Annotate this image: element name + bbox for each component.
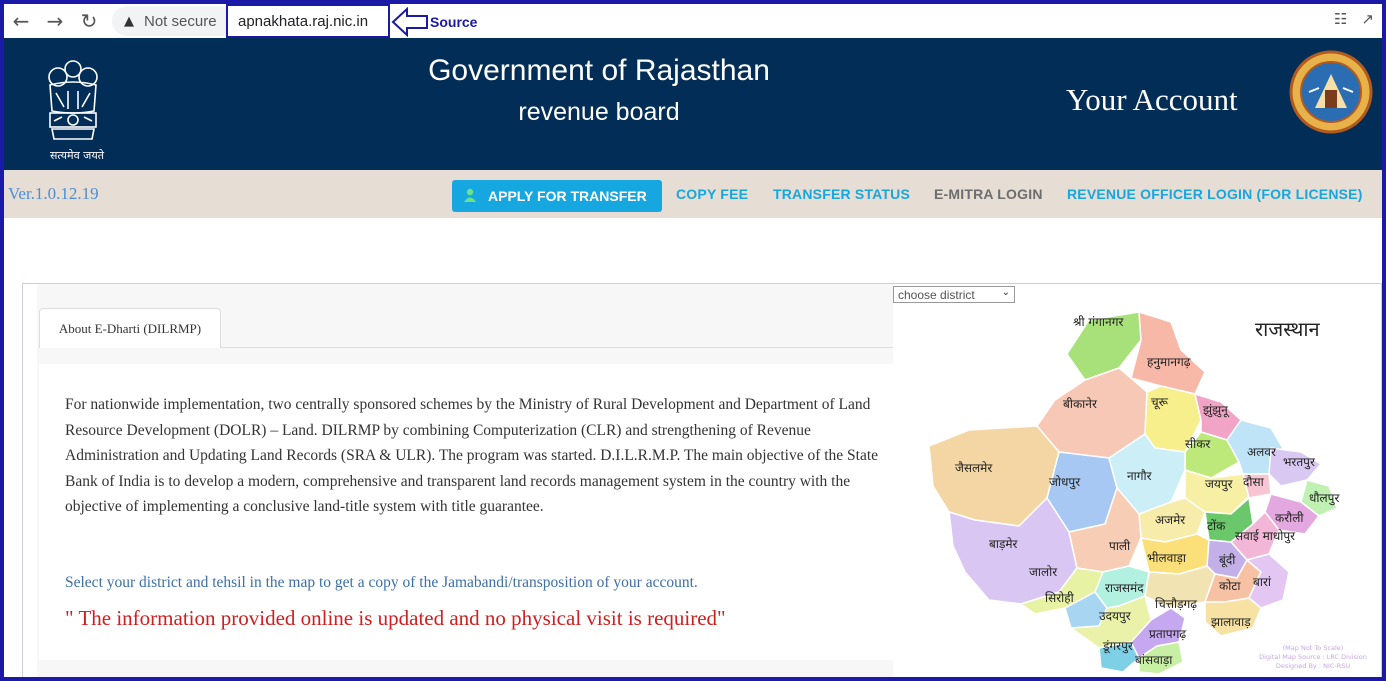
- label-jhalawar: झालावाड़: [1211, 615, 1251, 629]
- map-title: राजस्थान: [1255, 317, 1321, 341]
- label-sawai-madhopur: सवाई माधोपुर: [1235, 529, 1296, 544]
- user-icon: [464, 188, 476, 202]
- map-footer-scale: (Map Not To Scale): [1283, 644, 1344, 652]
- label-dausa: दौसा: [1243, 475, 1265, 489]
- main-navbar: Ver.1.0.12.19 APPLY FOR TRANSFER COPY FE…: [4, 170, 1382, 218]
- apply-for-transfer-button[interactable]: APPLY FOR TRANSFER: [452, 180, 662, 212]
- map-footer-source: Digital Map Source : LRC Division: [1259, 653, 1367, 661]
- tab-divider: [221, 347, 893, 348]
- annotation-label: Source: [430, 14, 478, 30]
- back-arrow-icon[interactable]: ←: [4, 6, 38, 36]
- national-emblem-icon: [48, 60, 98, 140]
- label-banswara: बांसवाड़ा: [1135, 653, 1173, 667]
- label-jhunjhunu: झुंझुनू: [1203, 403, 1230, 418]
- label-churu: चूरू: [1151, 395, 1169, 410]
- url-text[interactable]: apnakhata.raj.nic.in: [226, 4, 390, 38]
- label-sirohi: सिरोही: [1045, 591, 1075, 605]
- version-label: Ver.1.0.12.19: [8, 184, 99, 203]
- site-header: सत्यमेव जयते Government of Rajasthan rev…: [4, 38, 1382, 170]
- label-jaipur: जयपुर: [1205, 477, 1234, 492]
- select-district-instruction: Select your district and tehsil in the m…: [65, 574, 698, 591]
- label-pratapgarh: प्रतापगढ़: [1149, 627, 1186, 641]
- annotation-arrow-icon: [391, 7, 428, 37]
- translate-icon[interactable]: ☷: [1334, 10, 1347, 28]
- reload-icon[interactable]: ↻: [72, 6, 106, 36]
- site-title: Government of Rajasthan: [428, 54, 770, 87]
- label-nagaur: नागौर: [1127, 469, 1153, 483]
- label-tonk: टोंक: [1207, 519, 1226, 533]
- forward-arrow-icon[interactable]: →: [38, 6, 72, 36]
- label-sikar: सीकर: [1185, 437, 1211, 451]
- revenue-officer-login-link[interactable]: REVENUE OFFICER LOGIN (FOR LICENSE): [1067, 186, 1363, 202]
- district-hanumangarh[interactable]: [1130, 310, 1206, 395]
- label-ajmer: अजमेर: [1155, 513, 1186, 527]
- label-bundi: बूंदी: [1219, 553, 1236, 568]
- your-account-heading: Your Account: [1066, 82, 1238, 117]
- chevron-down-icon: ⌄: [1001, 287, 1010, 298]
- label-rajsamand: राजसमंद: [1105, 581, 1144, 595]
- transfer-status-link[interactable]: TRANSFER STATUS: [773, 186, 910, 202]
- label-dungarpur: डूंगरपुर: [1102, 639, 1134, 654]
- district-select[interactable]: choose district ⌄: [893, 286, 1015, 303]
- about-panel: About E-Dharti (DILRMP) For nationwide i…: [37, 284, 893, 680]
- warning-icon: ▲: [124, 13, 134, 29]
- rajasthan-district-map: श्री गंगानगर हनुमानगढ़ बीकानेर चूरू झुंझ…: [928, 310, 1367, 675]
- emitra-login-link[interactable]: E-MITRA LOGIN: [934, 186, 1043, 202]
- label-ganganagar: श्री गंगानगर: [1073, 315, 1124, 329]
- label-jalore: जालोर: [1029, 565, 1058, 579]
- label-bharatpur: भरतपुर: [1283, 455, 1316, 470]
- content-area: About E-Dharti (DILRMP) For nationwide i…: [22, 283, 1382, 680]
- label-chittorgarh: चित्तौड़गढ़: [1155, 597, 1197, 611]
- label-udaipur: उदयपुर: [1099, 609, 1132, 624]
- share-icon[interactable]: ↗: [1361, 10, 1374, 28]
- label-alwar: अलवर: [1247, 445, 1277, 459]
- online-info-notice: " The information provided online is upd…: [65, 606, 726, 630]
- label-kota: कोटा: [1219, 579, 1241, 593]
- apply-for-transfer-label: APPLY FOR TRANSFER: [488, 188, 647, 204]
- about-text-box: For nationwide implementation, two centr…: [39, 364, 893, 660]
- revenue-board-seal-icon: [1289, 50, 1373, 134]
- district-select-value: choose district: [898, 287, 975, 302]
- label-karauli: करौली: [1275, 511, 1304, 525]
- site-subtitle: revenue board: [518, 98, 680, 126]
- label-jodhpur: जोधपुर: [1049, 475, 1081, 490]
- label-dholpur: धौलपुर: [1309, 491, 1340, 506]
- emblem-motto: सत्यमेव जयते: [49, 149, 104, 162]
- tab-about-edharti[interactable]: About E-Dharti (DILRMP): [39, 308, 221, 348]
- label-baran: बारां: [1253, 575, 1272, 589]
- label-bikaner: बीकानेर: [1063, 397, 1098, 411]
- label-barmer: बाड़मेर: [989, 537, 1019, 551]
- label-hanumangarh: हनुमानगढ़: [1147, 355, 1191, 370]
- browser-toolbar: ← → ↻ ▲ Not secure apnakhata.raj.nic.in …: [4, 4, 1382, 38]
- label-jaisalmer: जैसलमेर: [955, 461, 993, 475]
- label-bhilwara: भीलवाड़ा: [1147, 551, 1187, 565]
- label-pali: पाली: [1109, 539, 1131, 553]
- copy-fee-link[interactable]: COPY FEE: [676, 186, 748, 202]
- map-footer-designer: Designed By : NIC-RSU: [1276, 662, 1351, 670]
- security-status: Not secure: [144, 12, 217, 30]
- about-paragraph: For nationwide implementation, two centr…: [65, 396, 879, 515]
